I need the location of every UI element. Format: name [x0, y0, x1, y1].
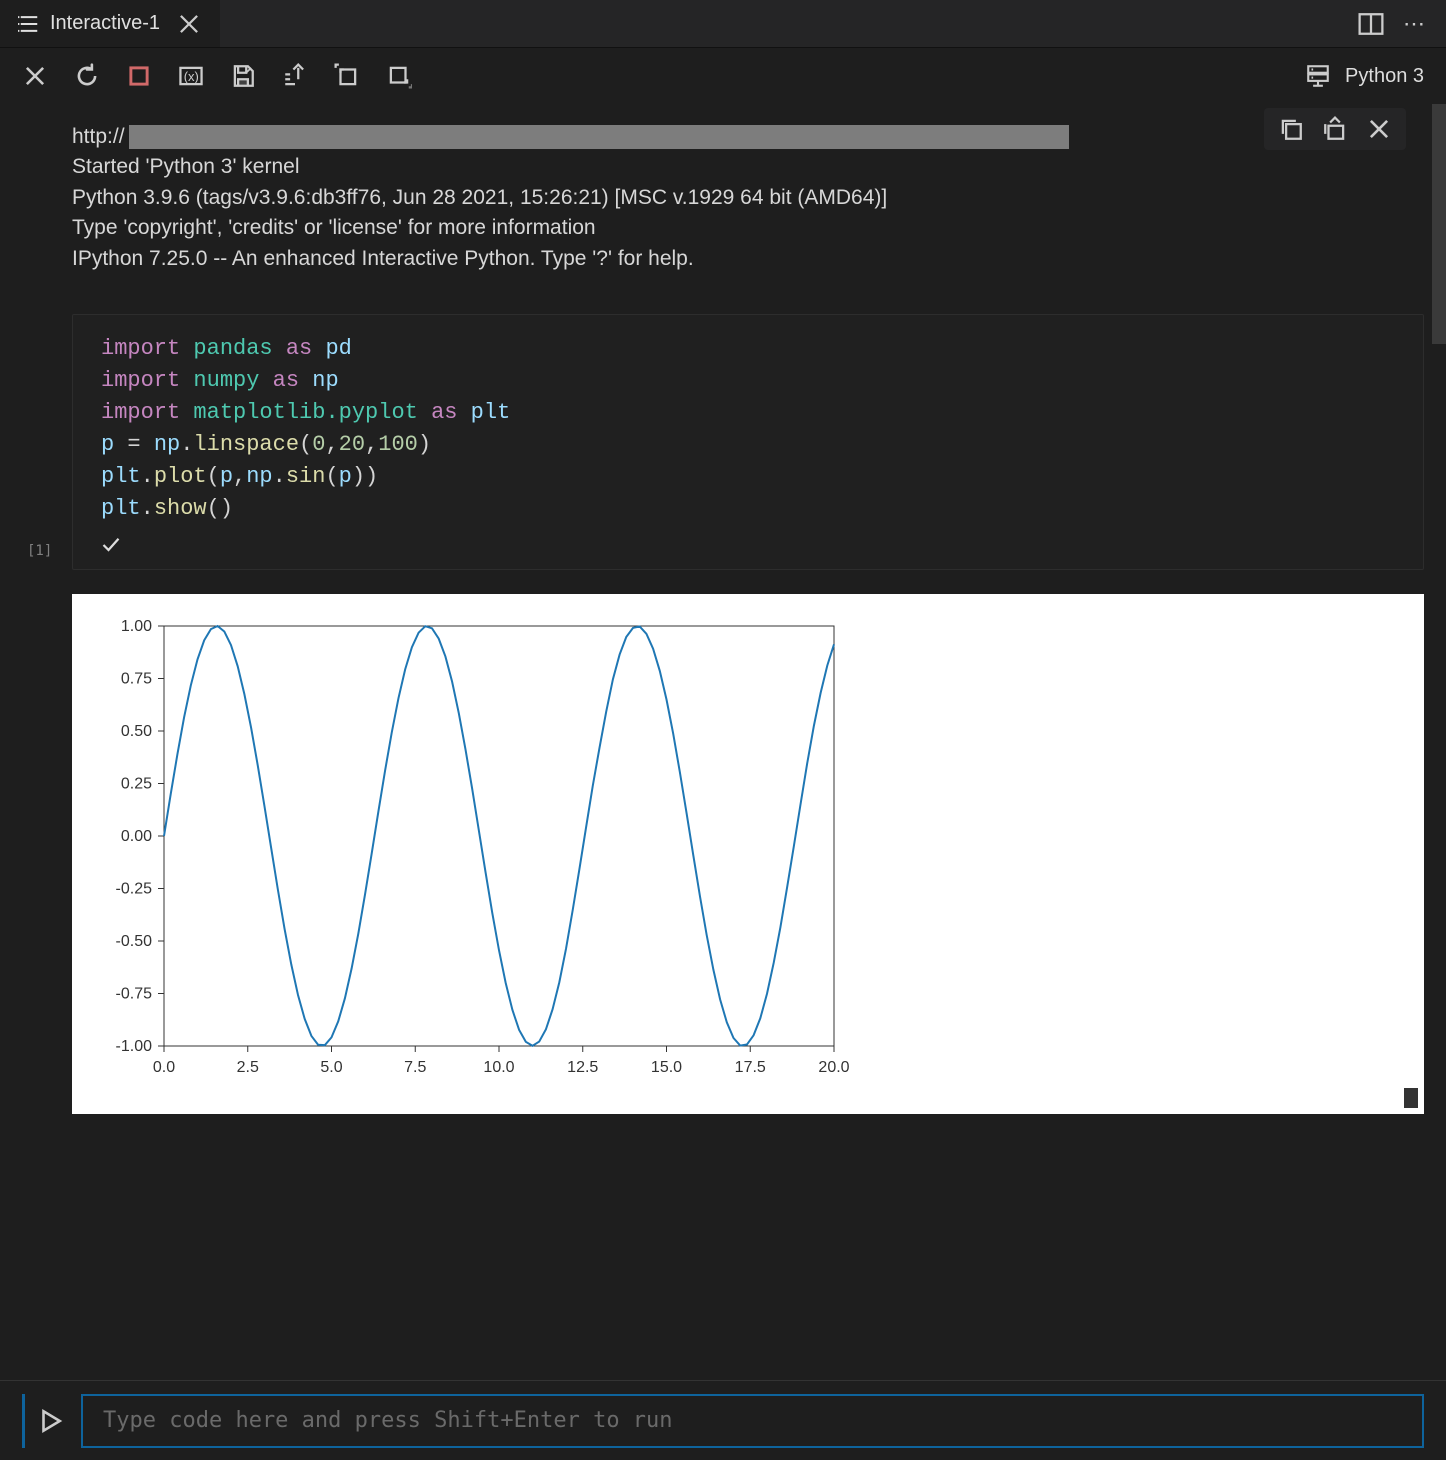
- svg-text:-0.75: -0.75: [116, 985, 153, 1002]
- vertical-scrollbar[interactable]: [1432, 104, 1446, 1380]
- svg-text:-1.00: -1.00: [116, 1038, 153, 1055]
- svg-text:-0.50: -0.50: [116, 933, 153, 950]
- save-icon[interactable]: [230, 63, 256, 89]
- close-icon[interactable]: [1366, 116, 1392, 142]
- run-button[interactable]: [22, 1394, 63, 1448]
- tab-interactive[interactable]: Interactive-1: [0, 0, 220, 47]
- svg-text:15.0: 15.0: [651, 1059, 682, 1076]
- kernel-info-line: Python 3.9.6 (tags/v3.9.6:db3ff76, Jun 2…: [72, 183, 1424, 213]
- execution-count: [1]: [27, 543, 52, 559]
- svg-text:0.00: 0.00: [121, 828, 152, 845]
- kernel-info-line: Type 'copyright', 'credits' or 'license'…: [72, 213, 1424, 243]
- move-up-icon[interactable]: [1322, 116, 1348, 142]
- kernel-info-line: Started 'Python 3' kernel: [72, 152, 1424, 182]
- svg-text:7.5: 7.5: [404, 1059, 426, 1076]
- kernel-url-prefix: http://: [72, 125, 125, 148]
- kernel-label: Python 3: [1345, 65, 1424, 88]
- svg-text:2.5: 2.5: [237, 1059, 259, 1076]
- svg-text:0.25: 0.25: [121, 775, 152, 792]
- expand-icon[interactable]: [334, 63, 360, 89]
- split-editor-icon[interactable]: [1358, 11, 1384, 37]
- variables-icon[interactable]: (x): [178, 63, 204, 89]
- more-actions-icon[interactable]: ⋯: [1402, 11, 1428, 37]
- cell-output: -1.00 -0.75 -0.50 -0.25 0.00 0.25 0.50 0.75 1.00…: [72, 594, 1424, 1114]
- svg-text:1.00: 1.00: [121, 618, 152, 635]
- kernel-info: http:// Started 'Python 3' kernel Python…: [72, 122, 1424, 274]
- play-icon: [37, 1408, 63, 1434]
- close-icon[interactable]: [22, 63, 48, 89]
- svg-text:0.0: 0.0: [153, 1059, 175, 1076]
- svg-text:12.5: 12.5: [567, 1059, 598, 1076]
- interrupt-icon[interactable]: [126, 63, 152, 89]
- collapse-icon[interactable]: [386, 63, 412, 89]
- chart-plot: -1.00 -0.75 -0.50 -0.25 0.00 0.25 0.50 0.75 1.00…: [84, 606, 864, 1096]
- interactive-tab-icon: [18, 13, 40, 35]
- svg-text:20.0: 20.0: [818, 1059, 849, 1076]
- input-bar: [0, 1380, 1446, 1460]
- svg-text:-0.25: -0.25: [116, 880, 153, 897]
- cell-code: import pandas as pd import numpy as np i…: [101, 333, 1395, 524]
- tab-bar-actions: ⋯: [1358, 11, 1446, 37]
- export-icon[interactable]: [282, 63, 308, 89]
- interactive-toolbar: (x) Python 3: [0, 48, 1446, 104]
- tab-bar: Interactive-1 ⋯: [0, 0, 1446, 48]
- redacted-url: [129, 125, 1069, 149]
- cell-toolbar: [1264, 108, 1406, 150]
- code-cell[interactable]: [1] import pandas as pd import numpy as …: [72, 314, 1424, 569]
- kernel-selector[interactable]: Python 3: [1305, 63, 1424, 89]
- tab-title: Interactive-1: [50, 12, 160, 35]
- svg-text:0.75: 0.75: [121, 670, 152, 687]
- copy-icon[interactable]: [1278, 116, 1304, 142]
- svg-text:17.5: 17.5: [735, 1059, 766, 1076]
- svg-text:10.0: 10.0: [483, 1059, 514, 1076]
- restart-icon[interactable]: [74, 63, 100, 89]
- kernel-info-line: IPython 7.25.0 -- An enhanced Interactiv…: [72, 244, 1424, 274]
- svg-text:5.0: 5.0: [320, 1059, 342, 1076]
- content-area: http:// Started 'Python 3' kernel Python…: [0, 104, 1446, 1380]
- code-input[interactable]: [81, 1394, 1424, 1448]
- server-icon: [1305, 63, 1331, 89]
- svg-text:(x): (x): [184, 69, 199, 84]
- svg-text:0.50: 0.50: [121, 723, 152, 740]
- output-scrollbar[interactable]: [1404, 1088, 1418, 1108]
- close-icon[interactable]: [176, 11, 202, 37]
- check-icon: [101, 535, 121, 555]
